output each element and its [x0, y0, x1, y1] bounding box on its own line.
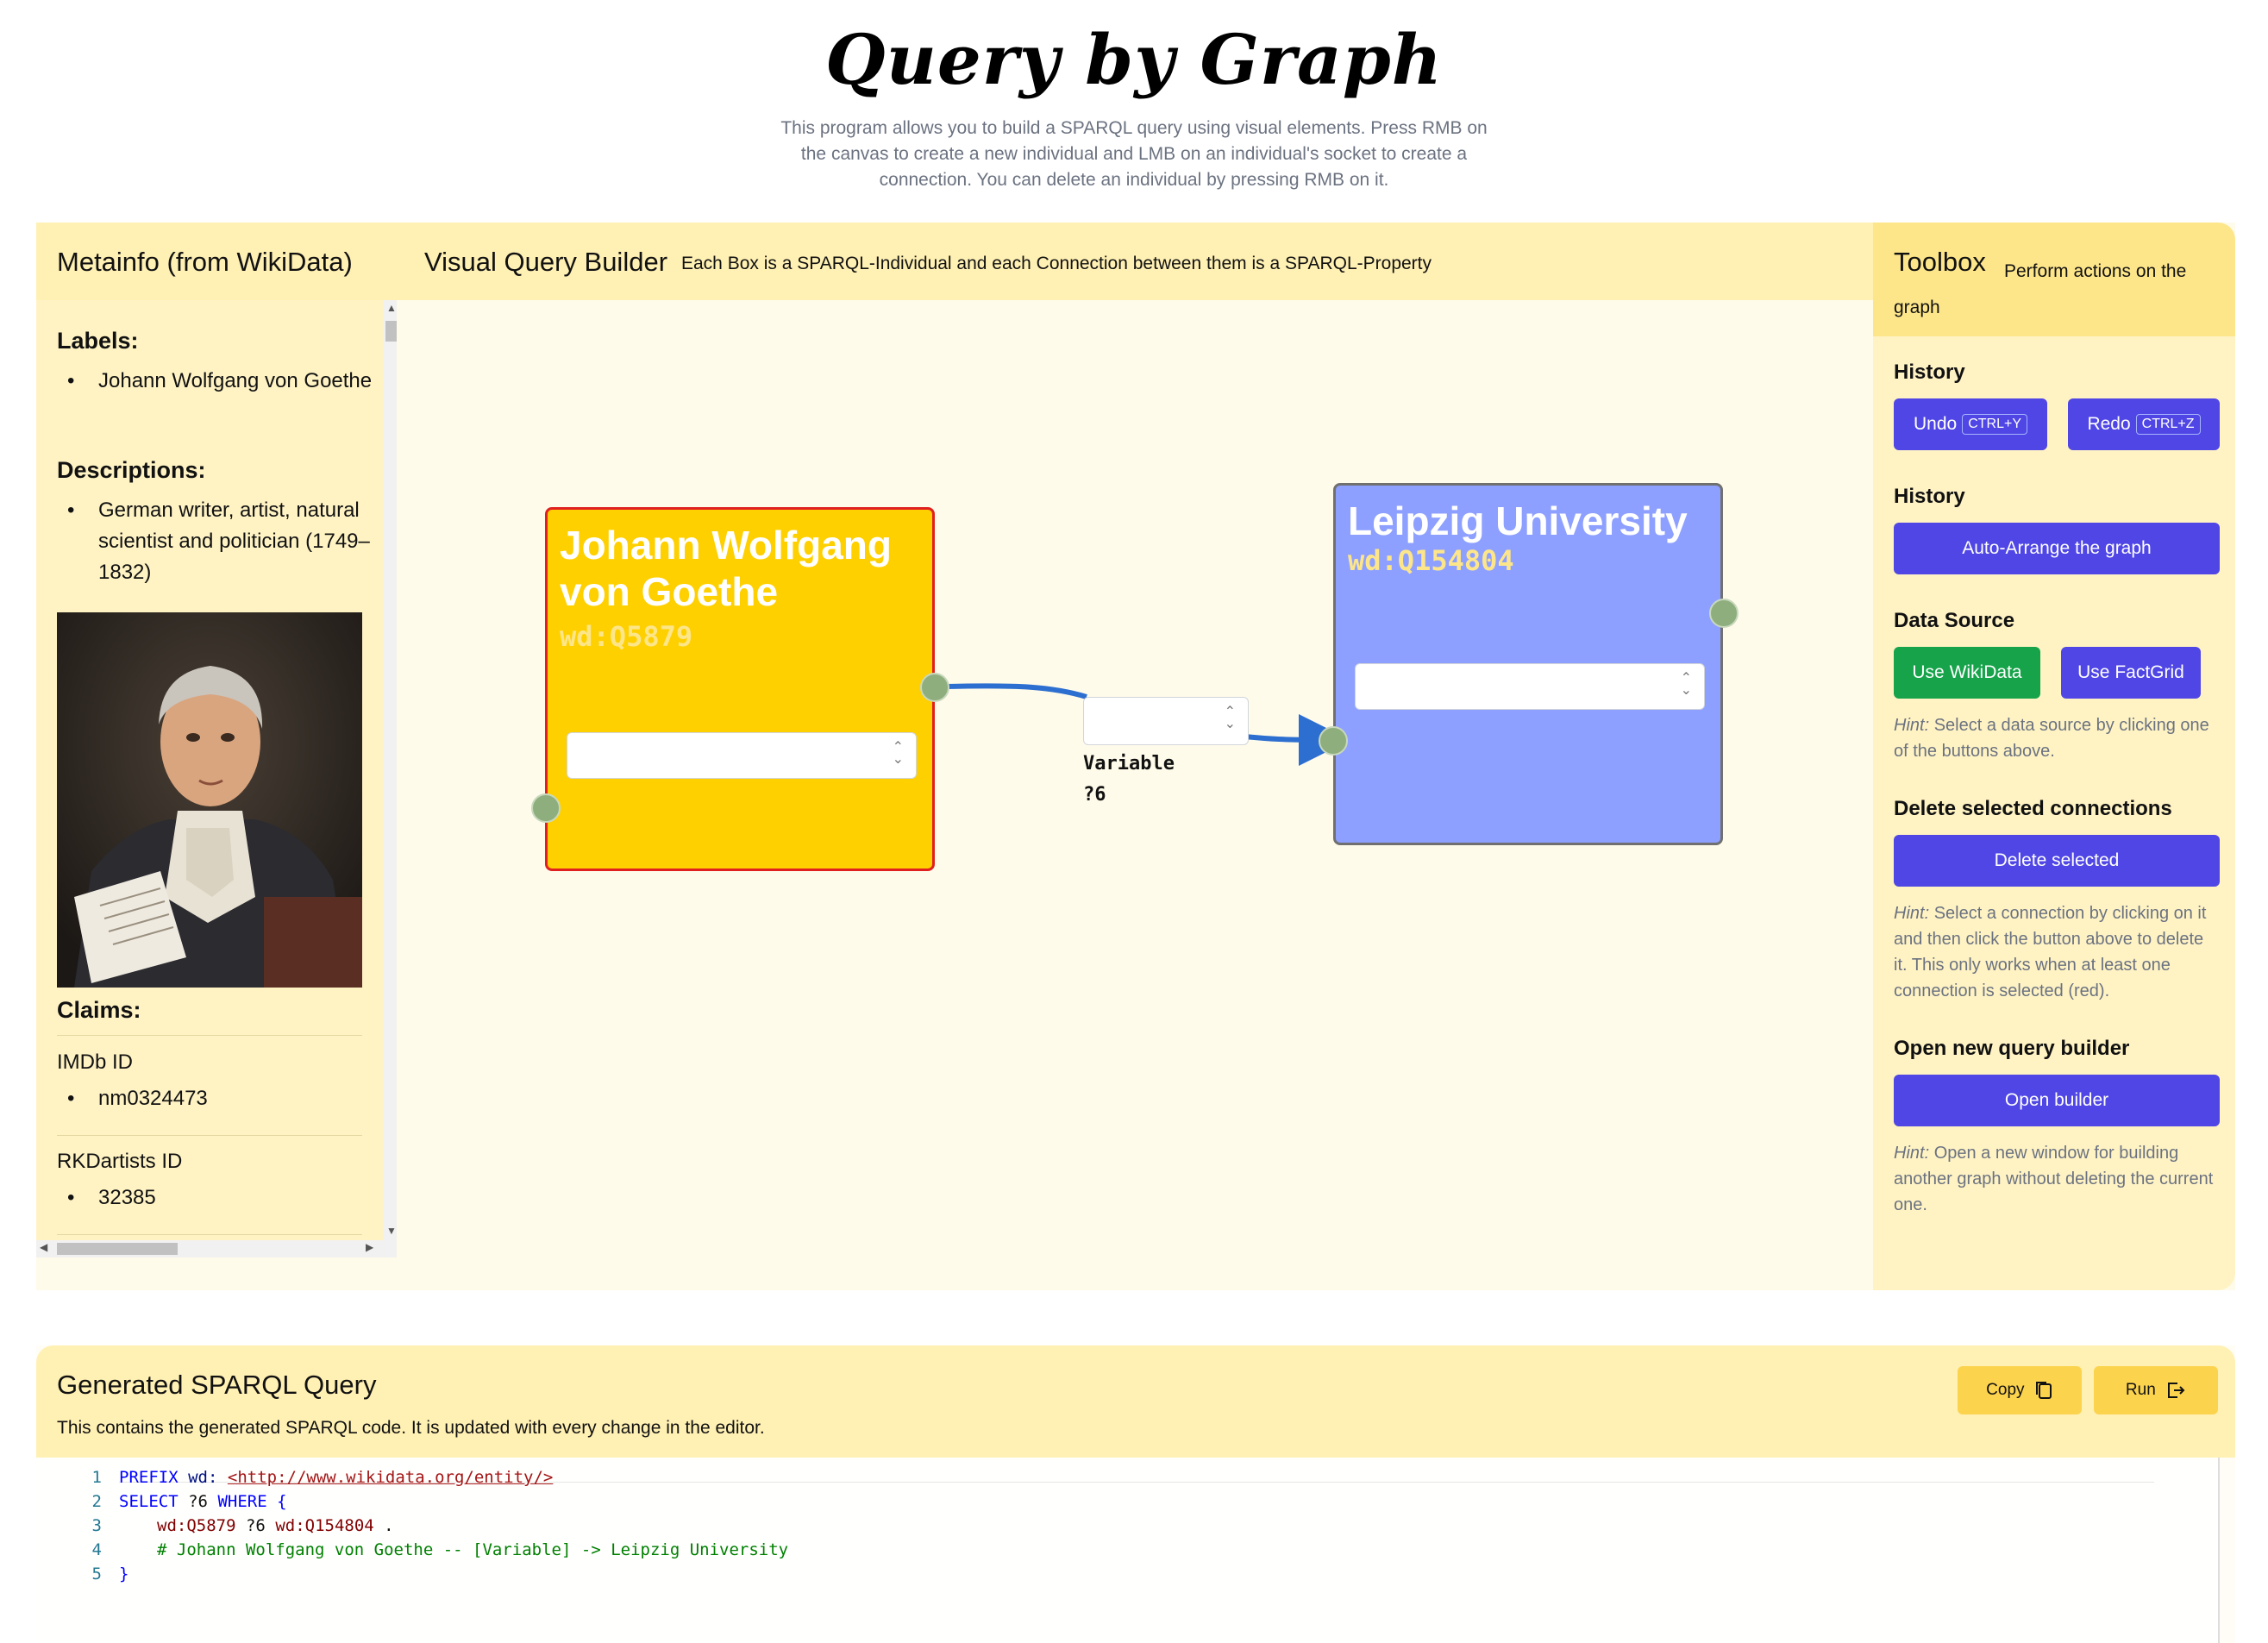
scroll-right-icon[interactable]: ▶: [366, 1241, 373, 1253]
descriptions-heading: Descriptions:: [57, 457, 206, 483]
toolbox-panel: Perform actions on the graph Toolbox His…: [1873, 223, 2235, 1290]
open-builder-hint: Hint: Open a new window for building ano…: [1894, 1144, 2214, 1214]
graph-canvas[interactable]: Johann Wolfgang von Goethe wd:Q5879 ⌃ ⌄ ⌃…: [397, 300, 1873, 1290]
claim-name: IMDb ID: [57, 1050, 134, 1074]
node-input-socket[interactable]: [531, 793, 561, 823]
chevron-updown-icon: ⌃ ⌄: [892, 740, 904, 767]
line-number: 3: [91, 1516, 102, 1535]
node-input-socket[interactable]: [1319, 726, 1348, 756]
claim-name: RKDartists ID: [57, 1150, 183, 1173]
edge-property-select[interactable]: ⌃ ⌄: [1083, 697, 1249, 745]
undo-button[interactable]: Undo CTRL+Y: [1894, 398, 2047, 450]
code-line: }: [119, 1565, 129, 1583]
delete-selected-button[interactable]: Delete selected: [1894, 835, 2220, 887]
portrait-image: [57, 612, 362, 988]
node-title: Leipzig University: [1348, 499, 1688, 543]
divider: [57, 1035, 362, 1036]
individual-node[interactable]: Leipzig University wd:Q154804 ⌃ ⌄: [1333, 483, 1723, 845]
open-builder-heading: Open new query builder: [1894, 1037, 2130, 1060]
metainfo-title: Metainfo (from WikiData): [57, 247, 353, 277]
metainfo-panel[interactable]: Labels: Johann Wolfgang von Goethe Descr…: [36, 300, 397, 1257]
scroll-down-icon[interactable]: ▼: [386, 1225, 397, 1237]
scroll-thumb[interactable]: [57, 1243, 178, 1255]
open-builder-button[interactable]: Open builder: [1894, 1075, 2220, 1126]
intro-text: This program allows you to build a SPARQ…: [780, 118, 1488, 190]
delete-hint: Hint: Select a connection by clicking on…: [1894, 904, 2207, 1000]
individual-node[interactable]: Johann Wolfgang von Goethe wd:Q5879 ⌃ ⌄: [545, 507, 935, 871]
label-item: Johann Wolfgang von Goethe: [67, 366, 383, 397]
node-id: wd:Q5879: [560, 620, 693, 653]
edge-connection[interactable]: [946, 683, 1087, 699]
use-factgrid-button[interactable]: Use FactGrid: [2061, 647, 2201, 699]
chevron-updown-icon: ⌃ ⌄: [1224, 705, 1236, 731]
chevron-updown-icon: ⌃ ⌄: [1680, 671, 1692, 698]
page-title: Query by Graph: [825, 19, 1443, 100]
property-select[interactable]: ⌃ ⌄: [567, 732, 917, 779]
copy-button[interactable]: Copy: [1958, 1366, 2082, 1414]
datasource-hint: Hint: Select a data source by clicking o…: [1894, 716, 2209, 761]
property-select[interactable]: ⌃ ⌄: [1355, 663, 1705, 710]
sparql-panel: Generated SPARQL Query This contains the…: [36, 1345, 2235, 1643]
sparql-subtitle: This contains the generated SPARQL code.…: [57, 1418, 765, 1438]
sparql-code-editor[interactable]: 1 2 3 4 5 PREFIX wd: <http://www.wikidat…: [36, 1458, 2218, 1643]
divider: [57, 1135, 362, 1136]
labels-heading: Labels:: [57, 328, 139, 354]
toolbox-header: Perform actions on the graph Toolbox: [1873, 223, 2235, 336]
datasource-heading: Data Source: [1894, 609, 2015, 632]
edge-label: Variable ?6: [1083, 753, 1175, 806]
horizontal-scrollbar[interactable]: ◀ ▶: [36, 1240, 397, 1257]
scroll-left-icon[interactable]: ◀: [40, 1241, 47, 1253]
history-heading: History: [1894, 485, 1965, 508]
toolbox-title: Toolbox: [1894, 247, 1986, 277]
redo-button[interactable]: Redo CTRL+Z: [2068, 398, 2220, 450]
description-item: German writer, artist, natural scientist…: [67, 495, 383, 588]
delete-heading: Delete selected connections: [1894, 797, 2172, 820]
divider: [57, 1234, 362, 1235]
builder-subtitle: Each Box is a SPARQL-Individual and each…: [681, 254, 1432, 273]
sparql-title: Generated SPARQL Query: [57, 1370, 377, 1400]
node-id: wd:Q154804: [1348, 544, 1514, 577]
run-icon: [2168, 1382, 2185, 1398]
line-number: 1: [91, 1468, 102, 1487]
scroll-thumb[interactable]: [385, 321, 398, 342]
line-number: 2: [91, 1492, 102, 1511]
line-number: 4: [91, 1540, 102, 1559]
editor-scrollbar[interactable]: [2218, 1458, 2220, 1643]
sparql-header: Generated SPARQL Query This contains the…: [36, 1345, 2235, 1458]
run-button[interactable]: Run: [2094, 1366, 2218, 1414]
auto-arrange-button[interactable]: Auto-Arrange the graph: [1894, 523, 2220, 574]
main-header: Metainfo (from WikiData) Visual Query Bu…: [36, 223, 1873, 300]
scroll-up-icon[interactable]: ▲: [386, 302, 397, 314]
node-output-socket[interactable]: [1709, 599, 1739, 628]
line-number: 5: [91, 1565, 102, 1583]
main-panel: Metainfo (from WikiData) Visual Query Bu…: [36, 223, 2235, 1290]
copy-icon: [2035, 1381, 2052, 1399]
node-title: Johann Wolfgang von Goethe: [560, 523, 893, 614]
use-wikidata-button[interactable]: Use WikiData: [1894, 647, 2040, 699]
builder-title: Visual Query Builder: [424, 247, 668, 277]
code-comment: # Johann Wolfgang von Goethe -- [Variabl…: [157, 1540, 789, 1559]
code-line: wd:Q5879 ?6 wd:Q154804 .: [157, 1516, 394, 1535]
history-heading: History: [1894, 361, 1965, 384]
claim-value: nm0324473: [67, 1083, 383, 1114]
code-line: PREFIX wd: <http://www.wikidata.org/enti…: [119, 1468, 554, 1487]
claim-value: 32385: [67, 1182, 383, 1213]
claims-heading: Claims:: [57, 997, 141, 1023]
node-output-socket[interactable]: [920, 673, 949, 702]
code-line: SELECT ?6 WHERE {: [119, 1492, 287, 1511]
